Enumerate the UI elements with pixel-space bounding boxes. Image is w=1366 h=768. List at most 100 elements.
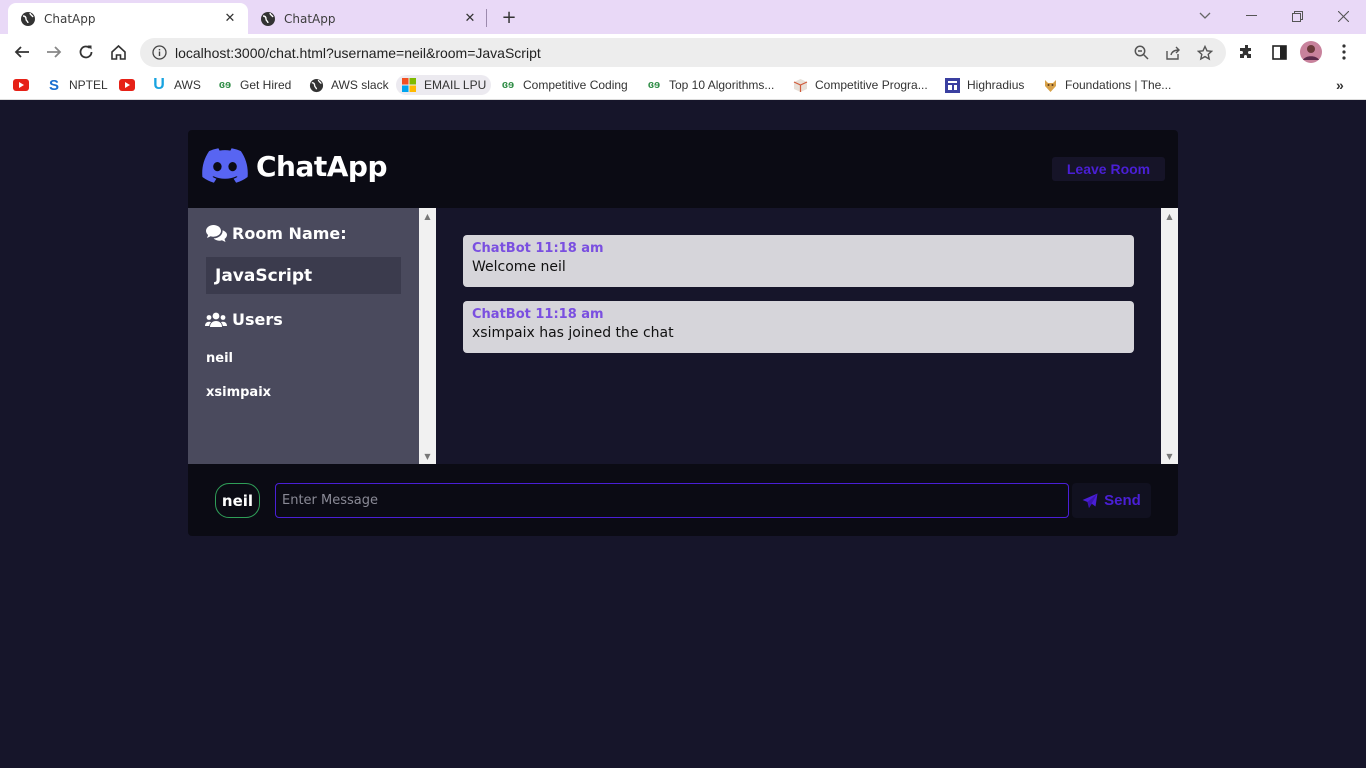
message-input[interactable]	[275, 483, 1069, 518]
chat-sidebar: Room Name: JavaScript Users neil xsimpai…	[188, 208, 419, 464]
bookmark-aws-slack[interactable]: AWS slack	[308, 75, 389, 95]
chat-messages: ChatBot 11:18 am Welcome neil ChatBot 11…	[436, 208, 1161, 464]
share-icon[interactable]	[1162, 42, 1184, 64]
back-arrow-icon[interactable]	[10, 40, 34, 64]
menu-kebab-icon[interactable]	[1333, 41, 1355, 63]
restore-icon[interactable]	[1274, 4, 1320, 28]
udemy-icon: U	[153, 76, 165, 93]
site-info-icon[interactable]	[151, 45, 167, 61]
bookmark-competitive-coding[interactable]: ɞɘ Competitive Coding	[500, 75, 628, 95]
message-text: xsimpaix has joined the chat	[472, 325, 674, 341]
bookmark-label: Top 10 Algorithms...	[669, 78, 775, 92]
chat-form: neil Send	[188, 464, 1178, 536]
bookmark-get-hired[interactable]: ɞɘ Get Hired	[217, 75, 292, 95]
app-logo: ChatApp	[202, 148, 388, 184]
tab-divider	[486, 9, 487, 27]
globe-icon	[308, 77, 324, 93]
tab-title: ChatApp	[284, 11, 336, 26]
chat-header: ChatApp Leave Room	[188, 130, 1178, 208]
chat-main: Room Name: JavaScript Users neil xsimpai…	[188, 208, 1178, 464]
comments-icon	[205, 225, 227, 243]
reload-icon[interactable]	[74, 40, 98, 64]
bookmark-label: EMAIL LPU	[424, 78, 487, 92]
room-name-heading: Room Name:	[205, 224, 347, 243]
bookmark-youtube-2[interactable]	[119, 75, 142, 95]
message-time: 11:18 am	[535, 307, 604, 322]
browser-toolbar: localhost:3000/chat.html?username=neil&r…	[0, 34, 1366, 70]
close-tab-icon[interactable]: ✕	[218, 9, 242, 29]
send-label: Send	[1104, 492, 1141, 509]
bookmark-label: Highradius	[967, 78, 1025, 92]
close-tab-icon[interactable]: ✕	[458, 9, 482, 29]
bookmark-top-10-algorithms[interactable]: ɞɘ Top 10 Algorithms...	[646, 75, 775, 95]
forward-arrow-icon[interactable]	[42, 40, 66, 64]
scroll-down-arrow-icon[interactable]: ▼	[1161, 450, 1178, 462]
bookmark-competitive-programming[interactable]: Competitive Progra...	[792, 75, 928, 95]
paper-plane-icon	[1082, 493, 1098, 509]
gfg-icon: ɞɘ	[501, 79, 515, 91]
message-author: ChatBot	[472, 241, 531, 256]
youtube-icon	[119, 77, 135, 93]
grid-icon	[944, 77, 960, 93]
current-user-badge: neil	[215, 483, 260, 518]
bookmark-nptel[interactable]: S NPTEL	[46, 75, 108, 95]
bookmark-label: AWS	[174, 78, 201, 92]
close-window-icon[interactable]	[1320, 4, 1366, 28]
globe-icon	[20, 11, 36, 27]
scroll-up-arrow-icon[interactable]: ▲	[1161, 210, 1178, 222]
more-bookmarks-chevron-icon[interactable]: »	[1336, 75, 1344, 95]
home-icon[interactable]	[106, 40, 130, 64]
tab-search-chevron-icon[interactable]	[1182, 4, 1228, 28]
scroll-down-arrow-icon[interactable]: ▼	[419, 450, 436, 462]
browser-tab-strip: ChatApp ✕ ChatApp ✕ +	[0, 0, 1366, 34]
bookmark-foundations[interactable]: Foundations | The...	[1042, 75, 1171, 95]
users-heading: Users	[205, 310, 283, 329]
bookmark-label: Get Hired	[240, 78, 292, 92]
globe-icon	[260, 11, 276, 27]
address-bar[interactable]: localhost:3000/chat.html?username=neil&r…	[140, 38, 1226, 67]
chat-message: ChatBot 11:18 am xsimpaix has joined the…	[463, 301, 1134, 353]
room-name: JavaScript	[206, 257, 401, 294]
minimize-icon[interactable]	[1228, 4, 1274, 28]
browser-tab-active[interactable]: ChatApp ✕	[8, 3, 248, 34]
zoom-icon[interactable]	[1130, 42, 1152, 64]
bookmark-label: Competitive Progra...	[815, 78, 928, 92]
browser-tab-inactive[interactable]: ChatApp ✕	[248, 3, 488, 34]
message-author: ChatBot	[472, 307, 531, 322]
messages-scrollbar[interactable]: ▲ ▼	[1161, 208, 1178, 464]
discord-icon	[202, 148, 248, 183]
app-title: ChatApp	[256, 149, 388, 183]
message-text: Welcome neil	[472, 259, 566, 275]
message-meta: ChatBot 11:18 am	[472, 241, 1125, 256]
new-tab-icon[interactable]: +	[498, 6, 520, 28]
bookmark-email-lpu[interactable]: EMAIL LPU	[396, 75, 492, 95]
profile-avatar[interactable]	[1300, 41, 1322, 63]
box-icon	[792, 77, 808, 93]
send-button[interactable]: Send	[1072, 483, 1151, 518]
user-list-item: xsimpaix	[206, 385, 272, 400]
bookmark-star-icon[interactable]	[1194, 42, 1216, 64]
url-text: localhost:3000/chat.html?username=neil&r…	[175, 44, 541, 61]
chat-container: ChatApp Leave Room Room Name: JavaScript…	[188, 130, 1178, 536]
bookmark-highradius[interactable]: Highradius	[944, 75, 1024, 95]
tab-title: ChatApp	[44, 11, 96, 26]
bookmark-aws[interactable]: U AWS	[151, 75, 201, 95]
youtube-icon	[13, 77, 29, 93]
bookmark-label: Competitive Coding	[523, 78, 628, 92]
room-name-label: Room Name:	[232, 224, 347, 243]
bookmarks-bar: S NPTEL U AWS ɞɘ Get Hired AWS slack EMA…	[0, 70, 1366, 100]
sidebar-scrollbar[interactable]: ▲ ▼	[419, 208, 436, 464]
leave-room-button[interactable]: Leave Room	[1052, 157, 1165, 181]
side-panel-icon[interactable]	[1268, 41, 1290, 63]
bookmark-youtube-1[interactable]	[13, 75, 36, 95]
scroll-up-arrow-icon[interactable]: ▲	[419, 210, 436, 222]
swayam-icon: S	[48, 76, 59, 94]
extensions-icon[interactable]	[1236, 41, 1258, 63]
message-time: 11:18 am	[535, 241, 604, 256]
user-list-item: neil	[206, 351, 233, 366]
microsoft-icon	[401, 77, 417, 93]
bookmark-label: Foundations | The...	[1065, 78, 1172, 92]
message-meta: ChatBot 11:18 am	[472, 307, 1125, 322]
odin-icon	[1042, 77, 1058, 93]
chat-message: ChatBot 11:18 am Welcome neil	[463, 235, 1134, 287]
